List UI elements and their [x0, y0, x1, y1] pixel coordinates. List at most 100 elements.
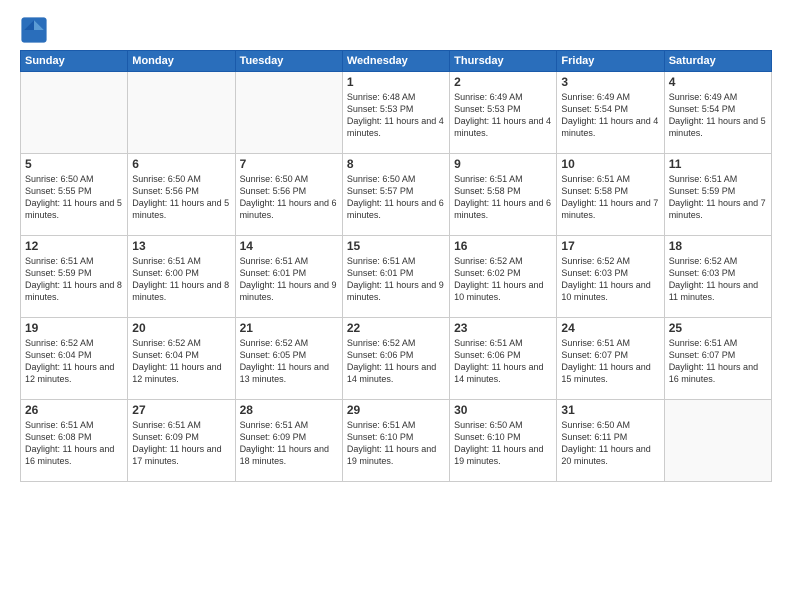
- day-info: Sunrise: 6:49 AMSunset: 5:53 PMDaylight:…: [454, 91, 552, 140]
- header: [20, 16, 772, 44]
- day-number: 10: [561, 157, 659, 171]
- weekday-header-wednesday: Wednesday: [342, 51, 449, 72]
- day-info: Sunrise: 6:52 AMSunset: 6:03 PMDaylight:…: [669, 255, 767, 304]
- day-cell: 15 Sunrise: 6:51 AMSunset: 6:01 PMDayligh…: [342, 236, 449, 318]
- day-cell: 12Sunrise: 6:51 AMSunset: 5:59 PMDayligh…: [21, 236, 128, 318]
- day-number: 18: [669, 239, 767, 253]
- day-info: Sunrise: 6:51 AMSunset: 6:00 PMDaylight:…: [132, 255, 230, 304]
- day-cell: 2 Sunrise: 6:49 AMSunset: 5:53 PMDaylight…: [450, 72, 557, 154]
- day-number: 23: [454, 321, 552, 335]
- day-info: Sunrise: 6:50 AMSunset: 5:56 PMDaylight:…: [132, 173, 230, 222]
- week-row-3: 12Sunrise: 6:51 AMSunset: 5:59 PMDayligh…: [21, 236, 772, 318]
- week-row-1: 1 Sunrise: 6:48 AMSunset: 5:53 PMDaylight…: [21, 72, 772, 154]
- logo-icon: [20, 16, 48, 44]
- day-number: 28: [240, 403, 338, 417]
- day-cell: 17 Sunrise: 6:52 AMSunset: 6:03 PMDayligh…: [557, 236, 664, 318]
- day-info: Sunrise: 6:52 AMSunset: 6:03 PMDaylight:…: [561, 255, 659, 304]
- day-info: Sunrise: 6:51 AMSunset: 5:58 PMDaylight:…: [561, 173, 659, 222]
- day-info: Sunrise: 6:51 AMSunset: 6:09 PMDaylight:…: [132, 419, 230, 468]
- day-cell: 25 Sunrise: 6:51 AMSunset: 6:07 PMDayligh…: [664, 318, 771, 400]
- day-cell: [235, 72, 342, 154]
- day-number: 30: [454, 403, 552, 417]
- day-cell: 24Sunrise: 6:51 AMSunset: 6:07 PMDayligh…: [557, 318, 664, 400]
- day-info: Sunrise: 6:51 AMSunset: 6:07 PMDaylight:…: [561, 337, 659, 386]
- day-cell: 26 Sunrise: 6:51 AMSunset: 6:08 PMDayligh…: [21, 400, 128, 482]
- day-cell: 28 Sunrise: 6:51 AMSunset: 6:09 PMDayligh…: [235, 400, 342, 482]
- day-info: Sunrise: 6:49 AMSunset: 5:54 PMDaylight:…: [561, 91, 659, 140]
- day-info: Sunrise: 6:48 AMSunset: 5:53 PMDaylight:…: [347, 91, 445, 140]
- day-number: 13: [132, 239, 230, 253]
- day-cell: 5Sunrise: 6:50 AMSunset: 5:55 PMDaylight…: [21, 154, 128, 236]
- day-info: Sunrise: 6:50 AMSunset: 6:11 PMDaylight:…: [561, 419, 659, 468]
- day-number: 1: [347, 75, 445, 89]
- day-number: 3: [561, 75, 659, 89]
- day-number: 4: [669, 75, 767, 89]
- day-info: Sunrise: 6:51 AMSunset: 5:58 PMDaylight:…: [454, 173, 552, 222]
- weekday-header-row: SundayMondayTuesdayWednesdayThursdayFrid…: [21, 51, 772, 72]
- day-cell: 21 Sunrise: 6:52 AMSunset: 6:05 PMDayligh…: [235, 318, 342, 400]
- day-info: Sunrise: 6:49 AMSunset: 5:54 PMDaylight:…: [669, 91, 767, 140]
- day-cell: 14Sunrise: 6:51 AMSunset: 6:01 PMDayligh…: [235, 236, 342, 318]
- day-number: 29: [347, 403, 445, 417]
- week-row-4: 19 Sunrise: 6:52 AMSunset: 6:04 PMDayligh…: [21, 318, 772, 400]
- calendar-table: SundayMondayTuesdayWednesdayThursdayFrid…: [20, 50, 772, 482]
- day-info: Sunrise: 6:52 AMSunset: 6:02 PMDaylight:…: [454, 255, 552, 304]
- day-info: Sunrise: 6:52 AMSunset: 6:06 PMDaylight:…: [347, 337, 445, 386]
- day-number: 9: [454, 157, 552, 171]
- day-cell: 20 Sunrise: 6:52 AMSunset: 6:04 PMDayligh…: [128, 318, 235, 400]
- day-cell: 3 Sunrise: 6:49 AMSunset: 5:54 PMDaylight…: [557, 72, 664, 154]
- day-info: Sunrise: 6:52 AMSunset: 6:04 PMDaylight:…: [132, 337, 230, 386]
- day-info: Sunrise: 6:51 AMSunset: 6:01 PMDaylight:…: [347, 255, 445, 304]
- day-number: 11: [669, 157, 767, 171]
- day-number: 25: [669, 321, 767, 335]
- day-info: Sunrise: 6:51 AMSunset: 5:59 PMDaylight:…: [669, 173, 767, 222]
- day-cell: 4 Sunrise: 6:49 AMSunset: 5:54 PMDaylight…: [664, 72, 771, 154]
- logo: [20, 16, 52, 44]
- day-number: 16: [454, 239, 552, 253]
- day-cell: [664, 400, 771, 482]
- week-row-2: 5Sunrise: 6:50 AMSunset: 5:55 PMDaylight…: [21, 154, 772, 236]
- weekday-header-saturday: Saturday: [664, 51, 771, 72]
- day-cell: 8Sunrise: 6:50 AMSunset: 5:57 PMDaylight…: [342, 154, 449, 236]
- day-number: 20: [132, 321, 230, 335]
- day-info: Sunrise: 6:51 AMSunset: 6:07 PMDaylight:…: [669, 337, 767, 386]
- day-cell: 27Sunrise: 6:51 AMSunset: 6:09 PMDayligh…: [128, 400, 235, 482]
- day-cell: 10 Sunrise: 6:51 AMSunset: 5:58 PMDayligh…: [557, 154, 664, 236]
- day-info: Sunrise: 6:52 AMSunset: 6:05 PMDaylight:…: [240, 337, 338, 386]
- day-cell: 18 Sunrise: 6:52 AMSunset: 6:03 PMDayligh…: [664, 236, 771, 318]
- day-cell: 9 Sunrise: 6:51 AMSunset: 5:58 PMDaylight…: [450, 154, 557, 236]
- day-number: 15: [347, 239, 445, 253]
- day-number: 14: [240, 239, 338, 253]
- day-number: 8: [347, 157, 445, 171]
- day-cell: 30 Sunrise: 6:50 AMSunset: 6:10 PMDayligh…: [450, 400, 557, 482]
- day-cell: 1 Sunrise: 6:48 AMSunset: 5:53 PMDaylight…: [342, 72, 449, 154]
- day-cell: 29Sunrise: 6:51 AMSunset: 6:10 PMDayligh…: [342, 400, 449, 482]
- day-number: 2: [454, 75, 552, 89]
- day-info: Sunrise: 6:50 AMSunset: 5:56 PMDaylight:…: [240, 173, 338, 222]
- day-number: 21: [240, 321, 338, 335]
- day-cell: [21, 72, 128, 154]
- day-number: 6: [132, 157, 230, 171]
- day-cell: 19Sunrise: 6:52 AMSunset: 6:04 PMDayligh…: [21, 318, 128, 400]
- day-info: Sunrise: 6:50 AMSunset: 6:10 PMDaylight:…: [454, 419, 552, 468]
- day-number: 19: [25, 321, 123, 335]
- day-info: Sunrise: 6:51 AMSunset: 6:09 PMDaylight:…: [240, 419, 338, 468]
- day-info: Sunrise: 6:51 AMSunset: 6:08 PMDaylight:…: [25, 419, 123, 468]
- day-cell: 11 Sunrise: 6:51 AMSunset: 5:59 PMDayligh…: [664, 154, 771, 236]
- day-cell: 6 Sunrise: 6:50 AMSunset: 5:56 PMDaylight…: [128, 154, 235, 236]
- day-number: 26: [25, 403, 123, 417]
- day-number: 17: [561, 239, 659, 253]
- day-cell: 13 Sunrise: 6:51 AMSunset: 6:00 PMDayligh…: [128, 236, 235, 318]
- weekday-header-thursday: Thursday: [450, 51, 557, 72]
- day-number: 5: [25, 157, 123, 171]
- day-cell: 23Sunrise: 6:51 AMSunset: 6:06 PMDayligh…: [450, 318, 557, 400]
- page: SundayMondayTuesdayWednesdayThursdayFrid…: [0, 0, 792, 612]
- day-number: 22: [347, 321, 445, 335]
- weekday-header-tuesday: Tuesday: [235, 51, 342, 72]
- weekday-header-monday: Monday: [128, 51, 235, 72]
- week-row-5: 26 Sunrise: 6:51 AMSunset: 6:08 PMDayligh…: [21, 400, 772, 482]
- day-number: 31: [561, 403, 659, 417]
- day-cell: [128, 72, 235, 154]
- day-cell: 7 Sunrise: 6:50 AMSunset: 5:56 PMDaylight…: [235, 154, 342, 236]
- day-number: 7: [240, 157, 338, 171]
